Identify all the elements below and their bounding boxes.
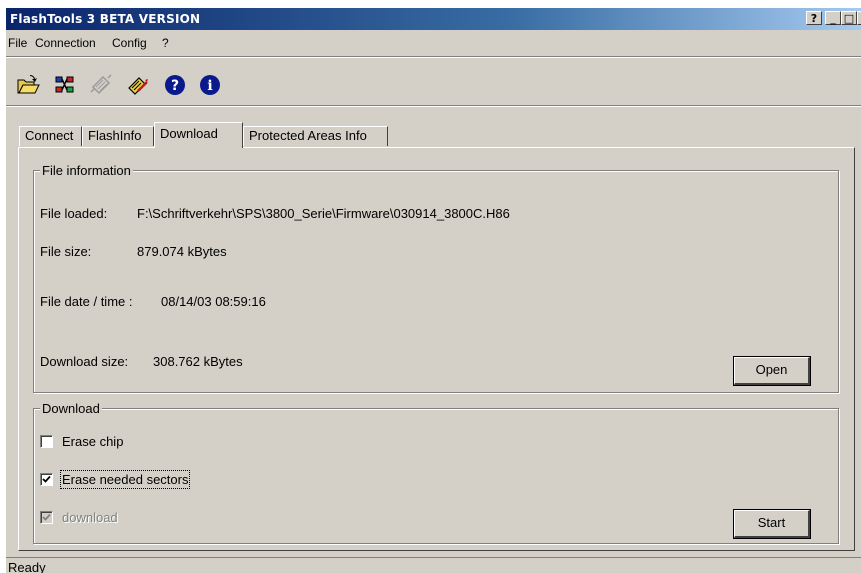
window-title: FlashTools 3 BETA VERSION <box>10 12 201 26</box>
download-group: Download Erase chip Erase needed sectors… <box>33 401 839 544</box>
menu-connection[interactable]: Connection <box>35 36 96 50</box>
file-size-value: 879.074 kBytes <box>137 244 227 259</box>
status-bar: Ready <box>6 557 861 573</box>
download-checkbox[interactable] <box>40 511 53 524</box>
file-size-label: File size: <box>40 244 92 259</box>
open-button[interactable]: Open <box>733 356 811 386</box>
erase-chip-label[interactable]: Erase chip <box>62 434 123 449</box>
checkmark-icon <box>42 475 51 483</box>
file-information-group: File information File loaded: F:\Schrift… <box>33 163 839 393</box>
main-window: FlashTools 3 BETA VERSION ? _ □ × File C… <box>6 8 861 573</box>
menu-bar: File Connection Config ? <box>6 32 861 54</box>
download-option-label: download <box>62 510 118 525</box>
help-icon[interactable]: ? <box>163 73 187 97</box>
toolbar: ? i <box>6 64 861 102</box>
flash-icon[interactable] <box>89 73 113 97</box>
checkmark-icon <box>42 513 51 521</box>
menu-separator <box>6 56 861 58</box>
tab-connect[interactable]: Connect <box>19 126 82 146</box>
menu-config[interactable]: Config <box>112 36 147 50</box>
help-title-button[interactable]: ? <box>806 11 822 25</box>
toolbar-separator <box>6 105 861 107</box>
file-information-legend: File information <box>40 163 133 178</box>
minimize-button[interactable]: _ <box>825 11 841 25</box>
connect-icon[interactable] <box>53 73 77 97</box>
open-folder-icon[interactable] <box>16 73 40 97</box>
maximize-button[interactable]: □ <box>841 11 857 25</box>
erase-chip-checkbox[interactable] <box>40 435 53 448</box>
menu-help[interactable]: ? <box>162 36 169 50</box>
file-date-label: File date / time : <box>40 294 133 309</box>
download-tab-panel: File information File loaded: F:\Schrift… <box>18 147 855 551</box>
tab-flashinfo[interactable]: FlashInfo <box>82 126 154 146</box>
flash-edit-icon[interactable] <box>126 73 150 97</box>
svg-text:?: ? <box>171 78 179 94</box>
file-date-value: 08/14/03 08:59:16 <box>161 294 266 309</box>
tab-download[interactable]: Download <box>154 122 243 148</box>
start-button[interactable]: Start <box>733 509 811 539</box>
status-text: Ready <box>8 560 46 573</box>
file-loaded-label: File loaded: <box>40 206 108 221</box>
download-size-value: 308.762 kBytes <box>153 354 243 369</box>
erase-needed-sectors-checkbox[interactable] <box>40 473 53 486</box>
tab-strip: Connect FlashInfo Download Protected Are… <box>6 122 861 148</box>
menu-file[interactable]: File <box>8 36 27 50</box>
erase-needed-sectors-label[interactable]: Erase needed sectors <box>59 470 191 489</box>
tab-protected-areas-info[interactable]: Protected Areas Info <box>243 126 388 146</box>
download-legend: Download <box>40 401 102 416</box>
file-loaded-value: F:\Schriftverkehr\SPS\3800_Serie\Firmwar… <box>137 206 510 221</box>
close-button[interactable]: × <box>857 11 861 25</box>
svg-text:i: i <box>207 78 212 94</box>
title-bar[interactable]: FlashTools 3 BETA VERSION ? _ □ × <box>6 8 861 30</box>
download-size-label: Download size: <box>40 354 129 369</box>
info-icon[interactable]: i <box>198 73 222 97</box>
